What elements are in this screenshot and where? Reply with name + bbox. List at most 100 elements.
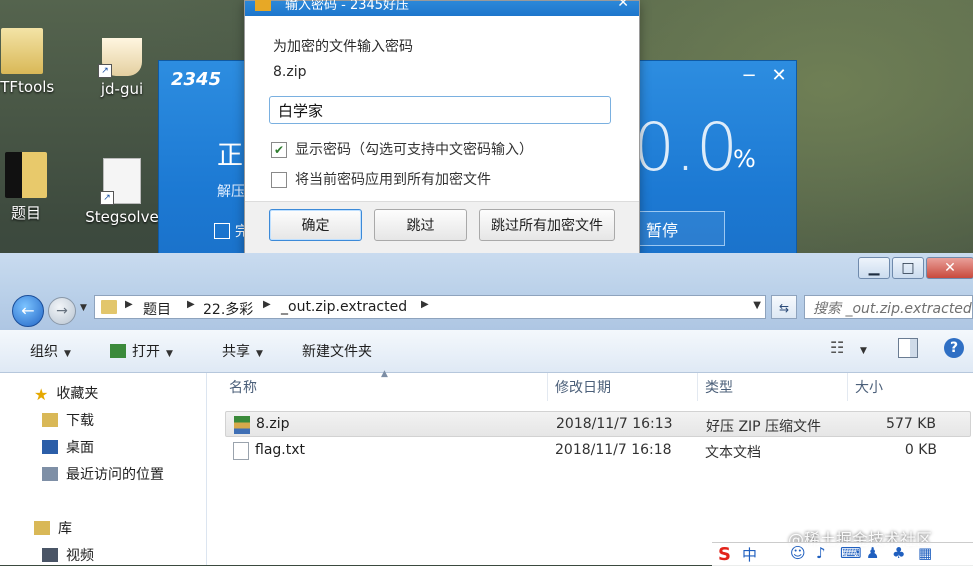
view-options-icon[interactable]: ☷ xyxy=(830,338,844,357)
column-header-modified[interactable]: 修改日期 xyxy=(555,377,611,397)
open-menu[interactable]: 打开 ▼ xyxy=(110,341,173,361)
desktop-icon-ctftools[interactable]: CTFtools xyxy=(0,28,62,96)
command-bar: 组织 ▼ 打开 ▼ 共享 ▼ 新建文件夹 ☷ ▼ ? xyxy=(0,330,973,373)
nav-label: 下载 xyxy=(66,413,94,429)
address-dropdown-icon[interactable]: ▼ xyxy=(753,300,761,311)
dialog-title: 输入密码 - 2345好压 xyxy=(285,0,410,13)
download-folder-icon xyxy=(42,413,58,427)
column-divider[interactable] xyxy=(547,373,548,401)
nav-favorites[interactable]: ★ 收藏夹 xyxy=(34,383,99,404)
show-password-checkbox[interactable]: ✔ xyxy=(271,142,287,158)
share-label: 共享 xyxy=(222,344,250,360)
java-file-icon: ↗ xyxy=(100,158,141,205)
help-icon[interactable]: ? xyxy=(944,338,964,358)
folder-icon xyxy=(5,152,47,198)
jd-gui-icon: ↗ xyxy=(98,38,142,78)
column-divider[interactable] xyxy=(847,373,848,401)
file-size: 577 KB xyxy=(886,416,936,432)
toolbox-icon[interactable]: ▦ xyxy=(918,544,932,562)
navigation-pane: ★ 收藏夹 下载 桌面 最近访问的位置 库 视频 xyxy=(0,373,207,565)
auto-close-checkbox[interactable] xyxy=(214,223,230,239)
progress-percent: 0.0 xyxy=(633,109,738,186)
archive-icon xyxy=(110,344,126,358)
voice-icon[interactable]: ♪ xyxy=(816,544,826,562)
file-name: 8.zip xyxy=(256,416,290,432)
breadcrumb-separator-icon[interactable]: ▶ xyxy=(421,299,429,310)
video-icon xyxy=(42,548,58,562)
chevron-down-icon: ▼ xyxy=(256,349,263,359)
close-icon[interactable]: ✕ xyxy=(617,0,629,11)
forward-button[interactable]: → xyxy=(48,297,76,325)
nav-label: 收藏夹 xyxy=(56,386,99,402)
breadcrumb-separator-icon[interactable]: ▶ xyxy=(263,299,271,310)
emoji-icon[interactable]: ☺ xyxy=(790,544,806,562)
nav-videos[interactable]: 视频 xyxy=(42,545,94,565)
chevron-down-icon: ▼ xyxy=(64,349,71,359)
search-input[interactable]: 搜索 _out.zip.extracted xyxy=(804,295,973,319)
close-button[interactable]: ✕ xyxy=(926,257,973,279)
file-name: flag.txt xyxy=(255,442,305,458)
nav-recent[interactable]: 最近访问的位置 xyxy=(42,464,164,484)
history-dropdown-icon[interactable]: ▼ xyxy=(80,303,87,313)
ok-button[interactable]: 确定 xyxy=(269,209,362,241)
breadcrumb-separator-icon[interactable]: ▶ xyxy=(187,299,195,310)
chevron-down-icon: ▼ xyxy=(166,349,173,359)
keyboard-icon[interactable]: ⌨ xyxy=(840,544,862,562)
share-menu[interactable]: 共享 ▼ xyxy=(222,341,263,361)
file-modified: 2018/11/7 16:18 xyxy=(555,442,672,458)
nav-libraries[interactable]: 库 xyxy=(34,518,72,538)
desktop-icon-timu[interactable]: 题目 xyxy=(0,152,66,223)
nav-desktop[interactable]: 桌面 xyxy=(42,437,94,457)
nav-label: 桌面 xyxy=(66,440,94,456)
address-bar[interactable]: ▶ 题目 ▶ 22.多彩 ▶ _out.zip.extracted ▶ ▼ xyxy=(94,295,766,319)
nav-downloads[interactable]: 下载 xyxy=(42,410,94,430)
refresh-button[interactable]: ⇆ xyxy=(771,295,797,319)
desktop-icon xyxy=(42,440,58,454)
file-size: 0 KB xyxy=(904,442,937,458)
apply-all-label: 将当前密码应用到所有加密文件 xyxy=(295,172,491,188)
ime-language-toggle[interactable]: 中 xyxy=(742,544,757,565)
organize-menu[interactable]: 组织 ▼ xyxy=(30,341,71,361)
desktop-icon-label: CTFtools xyxy=(0,78,55,96)
skip-all-button[interactable]: 跳过所有加密文件 xyxy=(479,209,615,241)
library-icon xyxy=(34,521,50,535)
password-prompt: 为加密的文件输入密码 xyxy=(273,39,413,55)
extraction-status: 正 xyxy=(217,141,244,171)
preview-pane-icon[interactable] xyxy=(898,338,918,358)
column-header-type[interactable]: 类型 xyxy=(705,377,733,397)
desktop-icon-jd-gui[interactable]: ↗ jd-gui xyxy=(82,38,162,98)
breadcrumb-item[interactable]: 22.多彩 xyxy=(203,299,253,319)
nav-label: 最近访问的位置 xyxy=(66,467,164,483)
desktop-icon-label: 题目 xyxy=(10,204,41,222)
close-button[interactable]: ✕ xyxy=(767,65,791,86)
maximize-button[interactable]: □ xyxy=(892,257,924,279)
column-header-size[interactable]: 大小 xyxy=(855,377,883,397)
desktop-icon-stegsolve[interactable]: ↗ Stegsolve xyxy=(82,158,162,226)
column-divider[interactable] xyxy=(697,373,698,401)
app-logo: 2345 xyxy=(171,69,222,90)
minimize-button[interactable]: − xyxy=(737,65,761,86)
apply-all-checkbox[interactable] xyxy=(271,172,287,188)
back-button[interactable]: ← xyxy=(12,295,44,327)
breadcrumb-separator-icon[interactable]: ▶ xyxy=(125,299,133,310)
sogou-logo-icon[interactable]: S xyxy=(718,544,731,565)
column-header-name[interactable]: 名称 xyxy=(229,377,257,397)
shortcut-arrow-icon: ↗ xyxy=(100,191,114,205)
user-icon[interactable]: ♟ xyxy=(866,544,879,562)
breadcrumb-item[interactable]: 题目 xyxy=(143,299,171,319)
breadcrumb-item[interactable]: _out.zip.extracted xyxy=(281,299,407,315)
organize-label: 组织 xyxy=(30,344,58,360)
minimize-button[interactable]: ▁ xyxy=(858,257,890,279)
file-type: 文本文档 xyxy=(705,445,761,461)
file-row[interactable]: 8.zip 2018/11/7 16:13 好压 ZIP 压缩文件 577 KB xyxy=(225,411,971,437)
new-folder-button[interactable]: 新建文件夹 xyxy=(302,341,372,361)
view-dropdown-icon[interactable]: ▼ xyxy=(860,341,867,357)
desktop-icon-label: jd-gui xyxy=(100,80,144,98)
open-label: 打开 xyxy=(132,344,160,360)
extraction-label: 解压 xyxy=(217,184,245,200)
skin-icon[interactable]: ♣ xyxy=(892,544,905,562)
recent-places-icon xyxy=(42,467,58,481)
file-row[interactable]: flag.txt 2018/11/7 16:18 文本文档 0 KB xyxy=(225,438,971,464)
skip-button[interactable]: 跳过 xyxy=(374,209,467,241)
password-input[interactable] xyxy=(269,96,611,124)
